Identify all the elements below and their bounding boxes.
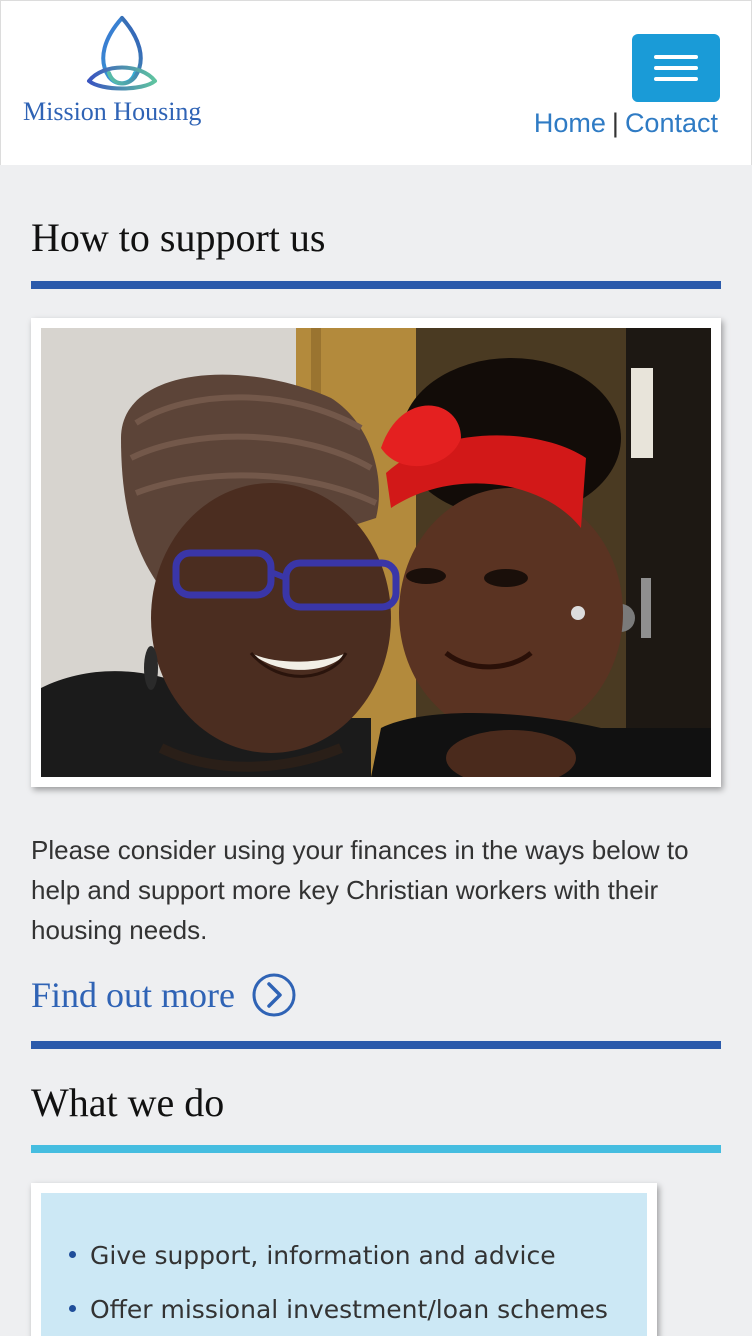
nav-link-contact[interactable]: Contact <box>625 108 718 138</box>
bullet-icon <box>69 1250 76 1258</box>
support-description: Please consider using your finances in t… <box>31 835 689 945</box>
menu-bar <box>654 66 698 70</box>
find-out-more-link[interactable]: Find out more <box>31 972 297 1018</box>
list-item: Give support, information and advice <box>69 1229 608 1283</box>
section-divider <box>31 1041 721 1049</box>
nav-link-home[interactable]: Home <box>534 108 606 138</box>
hamburger-menu-button[interactable] <box>632 34 720 102</box>
site-header: Mission Housing Home | Contact <box>0 0 752 165</box>
section-title-support: How to support us <box>31 215 326 260</box>
list-item: Offer missional investment/loan schemes <box>69 1283 608 1336</box>
site-logo[interactable]: Mission Housing <box>23 15 223 135</box>
chevron-right-circle-icon <box>252 973 296 1017</box>
section-divider <box>31 281 721 289</box>
top-nav: Home | Contact <box>534 108 718 139</box>
trinity-knot-logo-icon <box>87 16 157 91</box>
menu-bar <box>654 55 698 59</box>
logo-text: Mission Housing <box>23 97 202 126</box>
menu-bar <box>654 77 698 81</box>
find-out-more-label: Find out more <box>31 975 235 1015</box>
what-we-do-card: Give support, information and advice Off… <box>31 1183 657 1336</box>
section-divider-light <box>31 1145 721 1153</box>
support-photo-frame <box>31 318 721 787</box>
what-we-do-list-panel: Give support, information and advice Off… <box>41 1193 647 1336</box>
list-item-text: Offer missional investment/loan schemes <box>90 1295 608 1324</box>
nav-separator: | <box>611 108 619 138</box>
section-title-what-we-do: What we do <box>31 1080 225 1125</box>
bullet-icon <box>69 1304 76 1312</box>
list-item-text: Give support, information and advice <box>90 1241 556 1270</box>
support-photo <box>41 328 711 777</box>
what-we-do-list: Give support, information and advice Off… <box>69 1229 608 1336</box>
mother-and-daughter-photo <box>41 328 711 777</box>
